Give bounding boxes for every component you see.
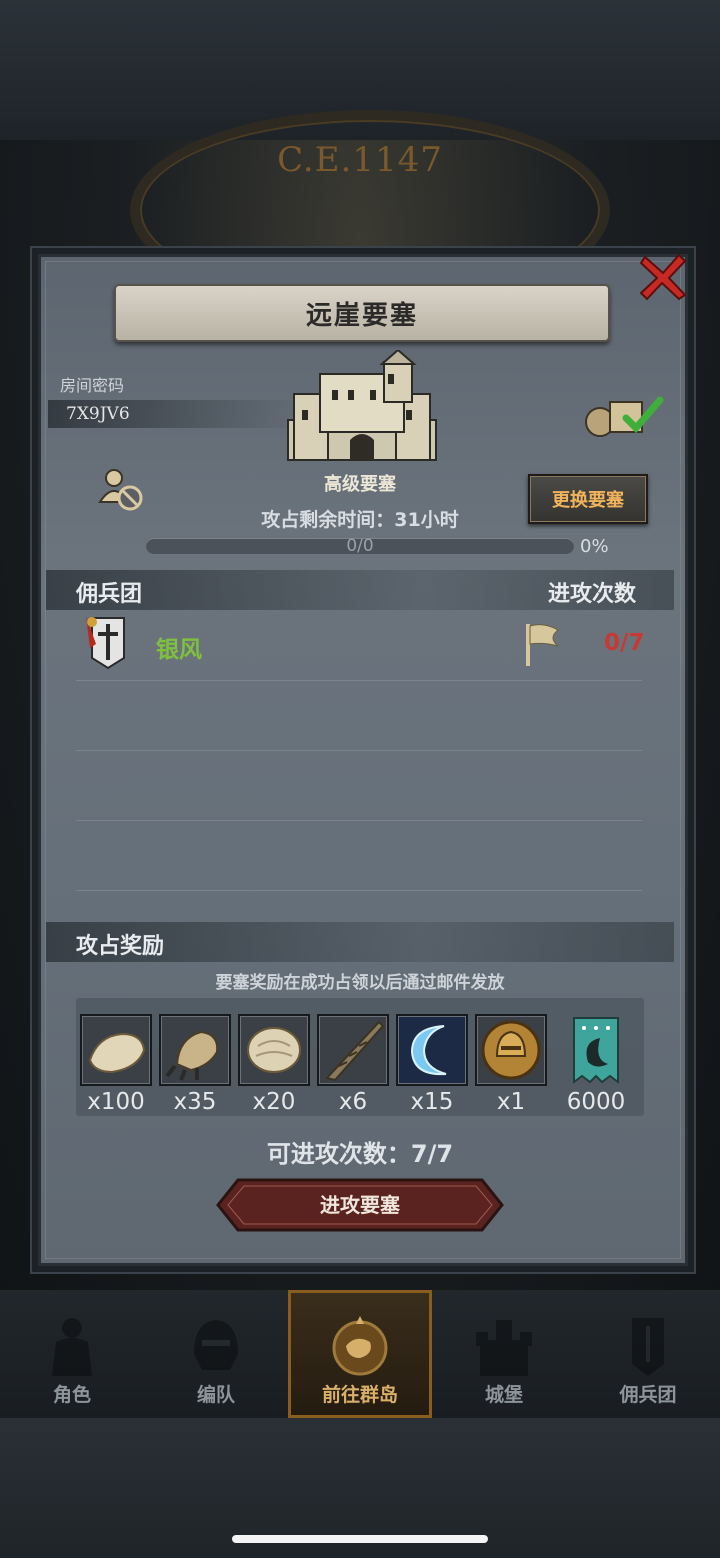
row-divider — [76, 750, 642, 751]
attempts-remaining: 可进攻次数：7/7 — [266, 1140, 454, 1168]
guild-banner-icon — [560, 1014, 632, 1086]
time-value: 31 — [394, 509, 421, 531]
nav-item-formation[interactable]: 编队 — [144, 1290, 288, 1418]
horn-icon — [317, 1014, 389, 1086]
attack-flag-icon — [526, 624, 559, 666]
reward-qty: x15 — [410, 1089, 454, 1115]
mercenary-name[interactable]: 银风 — [156, 630, 202, 664]
fur-pelt-icon — [80, 1014, 152, 1086]
room-code-label: 房间密码 — [60, 376, 125, 395]
reward-qty: x6 — [338, 1089, 368, 1115]
nav-label: 前往群岛 — [321, 1384, 398, 1406]
attack-fortress-button[interactable]: 进攻要塞 — [216, 1178, 504, 1232]
attack-count-header: 进攻次数 — [548, 582, 637, 607]
mercenary-icon — [632, 1318, 664, 1376]
crescent-rune-icon — [396, 1014, 468, 1086]
nav-label: 城堡 — [484, 1384, 523, 1406]
fortress-level: 高级要塞 — [324, 474, 396, 495]
progress-count: 0/0 — [346, 536, 374, 556]
row-divider — [76, 680, 642, 681]
time-unit: 小时 — [420, 509, 459, 531]
nav-item-islands[interactable]: 前往群岛 — [288, 1290, 432, 1418]
reward-note: 要塞奖励在成功占领以后通过邮件发放 — [215, 973, 505, 993]
era-label: C.E.1147 — [277, 140, 443, 180]
row-divider — [76, 820, 642, 821]
reward-qty: 6000 — [566, 1089, 626, 1115]
reward-item[interactable]: x35 — [159, 1014, 231, 1115]
nav-item-character[interactable]: 角色 — [0, 1290, 144, 1418]
player-blocked-icon[interactable] — [96, 466, 144, 512]
mercenary-header: 佣兵团 — [76, 582, 143, 607]
castle-fortress-icon — [287, 350, 437, 461]
reward-item[interactable]: 6000 — [560, 1014, 632, 1115]
reward-qty: x1 — [496, 1089, 526, 1115]
reward-qty: x35 — [173, 1089, 217, 1115]
knight-icon — [52, 1318, 92, 1376]
dialog-title: 远崖要塞 — [114, 284, 610, 342]
reward-item[interactable]: x100 — [80, 1014, 152, 1115]
nav-item-mercenary[interactable]: 佣兵团 — [576, 1290, 720, 1418]
mercenary-emblem-icon — [86, 616, 125, 670]
compass-map-icon — [332, 1316, 388, 1376]
close-icon — [639, 253, 687, 301]
hide-icon — [238, 1014, 310, 1086]
nav-label: 角色 — [52, 1384, 91, 1406]
capture-time-remaining: 攻占剩余时间：31小时 — [190, 505, 530, 532]
row-divider — [76, 890, 642, 891]
nav-label: 编队 — [196, 1384, 235, 1406]
room-code-value: 7X9JV6 — [48, 400, 306, 428]
reward-qty: x100 — [87, 1089, 145, 1115]
close-button[interactable] — [636, 250, 690, 304]
knight-helmet-medal-icon — [475, 1014, 547, 1086]
reward-item[interactable]: x1 — [475, 1014, 547, 1115]
reward-item[interactable]: x6 — [317, 1014, 389, 1115]
reward-qty: x20 — [252, 1089, 296, 1115]
change-fortress-button[interactable]: 更换要塞 — [528, 474, 648, 524]
castle-icon — [476, 1320, 532, 1376]
mercenary-attack-count: 0/7 — [604, 630, 645, 656]
helmet-formation-icon — [194, 1320, 238, 1370]
nav-label: 佣兵团 — [619, 1384, 677, 1406]
reward-item[interactable]: x15 — [396, 1014, 468, 1115]
progress-percent: 0% — [580, 536, 609, 557]
home-indicator[interactable] — [232, 1535, 488, 1543]
time-label-prefix: 攻占剩余时间： — [261, 509, 395, 531]
beast-claw-icon — [159, 1014, 231, 1086]
nav-item-castle[interactable]: 城堡 — [432, 1290, 576, 1418]
reward-header: 攻占奖励 — [76, 934, 165, 959]
supplies-check-icon[interactable] — [584, 392, 664, 438]
reward-item[interactable]: x20 — [238, 1014, 310, 1115]
attack-button-label: 进攻要塞 — [320, 1193, 400, 1217]
